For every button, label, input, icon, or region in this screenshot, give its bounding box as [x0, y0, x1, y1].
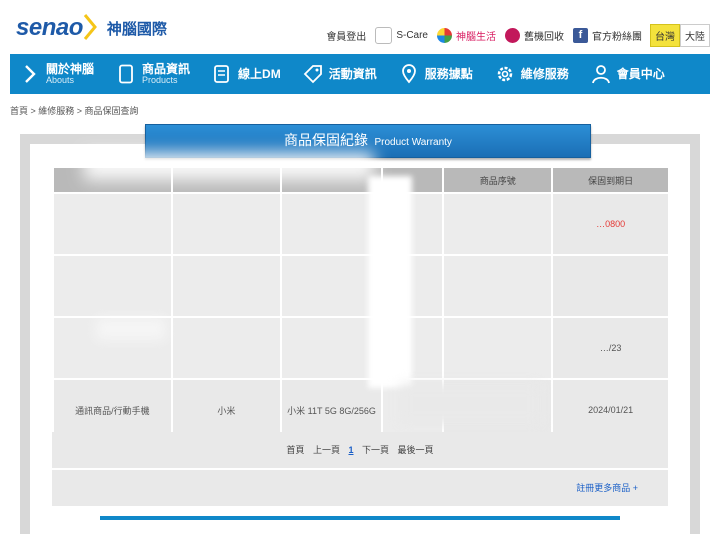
fanpage-link[interactable]: f 官方粉絲團 — [573, 28, 642, 43]
expiry-cell — [551, 254, 668, 317]
header-serial: 商品序號 — [442, 168, 553, 193]
table-cell — [170, 254, 282, 317]
redaction-blur — [84, 152, 374, 180]
gear-icon — [497, 66, 512, 82]
life-link[interactable]: 神腦生活 — [437, 28, 496, 43]
nav-events-label: 活動資訊 — [328, 67, 377, 81]
model-cell: 小米 11T 5G 8G/256G — [280, 378, 382, 440]
nav-dm[interactable]: 線上DM — [212, 54, 281, 94]
nav-dm-label: 線上DM — [238, 67, 281, 81]
pager-first[interactable]: 首頁 — [286, 445, 304, 455]
table-cell — [280, 254, 382, 317]
phone-icon — [119, 64, 133, 84]
header-expiry: 保固到期日 — [551, 168, 668, 193]
facebook-icon: f — [573, 28, 588, 43]
register-more-link[interactable]: 註冊更多商品 + — [576, 483, 638, 493]
region-switcher: 台灣 大陸 — [650, 24, 710, 47]
nav-stores-label: 服務據點 — [424, 67, 473, 81]
pager-prev[interactable]: 上一頁 — [313, 445, 340, 455]
category-cell: 通訊商品/行動手機 — [52, 378, 172, 440]
recycle-label: 舊機回收 — [524, 32, 564, 43]
nav-about[interactable]: 關於神腦 Abouts — [20, 54, 94, 94]
life-label: 神腦生活 — [456, 32, 496, 43]
register-row: 註冊更多商品 + — [52, 470, 668, 506]
recycle-link[interactable]: 舊機回收 — [505, 28, 564, 43]
logo-cn: 神腦國際 — [106, 20, 167, 38]
region-china[interactable]: 大陸 — [680, 24, 710, 47]
table-row: …0800 — [52, 192, 668, 255]
nav-events[interactable]: 活動資訊 — [303, 54, 377, 94]
table-cell — [442, 254, 553, 317]
user-icon — [591, 65, 610, 84]
table-cell — [280, 316, 382, 379]
breadcrumb: 首頁 > 維修服務 > 商品保固查詢 — [10, 106, 139, 116]
brand-cell: 小米 — [170, 378, 282, 440]
life-icon — [437, 28, 452, 43]
expiry-cell: 2024/01/21 — [551, 378, 668, 440]
pager-last[interactable]: 最後一頁 — [398, 445, 434, 455]
nav-member[interactable]: 會員中心 — [591, 54, 665, 94]
top-links: 會員登出 S-Care 神腦生活 舊機回收 f 官方粉絲團 台灣 大陸 — [317, 24, 710, 47]
pager-next[interactable]: 下一頁 — [362, 445, 389, 455]
table-cell — [442, 192, 553, 255]
warranty-table: 商品序號 保固到期日 …0800 …/23 通訊商品/行動手機 小米 小米 11… — [52, 168, 668, 440]
title-en: Product Warranty — [374, 137, 452, 148]
table-cell — [170, 192, 282, 255]
table-row — [52, 254, 668, 317]
table-cell — [52, 254, 172, 317]
title-cn: 商品保固紀錄 — [284, 132, 369, 148]
pagination: 首頁 上一頁 1 下一頁 最後一頁 — [52, 432, 668, 468]
scare-link[interactable]: S-Care — [375, 27, 428, 44]
nav-stores[interactable]: 服務據點 — [399, 54, 473, 94]
fanpage-label: 官方粉絲團 — [592, 32, 642, 43]
bottom-button-edge[interactable] — [100, 516, 620, 520]
nav-repair[interactable]: 維修服務 — [495, 54, 569, 94]
redaction-blur — [368, 176, 412, 388]
table-cell — [52, 192, 172, 255]
table-cell — [170, 316, 282, 379]
logout-link[interactable]: 會員登出 — [326, 28, 366, 43]
table-cell — [280, 192, 382, 255]
pager-current[interactable]: 1 — [348, 445, 353, 455]
senao-logo[interactable]: senao 神腦國際 — [16, 12, 167, 44]
recycle-icon — [505, 28, 520, 43]
map-pin-icon — [401, 64, 416, 84]
chevron-logo-icon — [25, 65, 36, 83]
nav-about-sub: Abouts — [46, 74, 75, 85]
redaction-blur — [400, 384, 540, 424]
logo-word: senao — [16, 14, 83, 41]
region-taiwan[interactable]: 台灣 — [650, 24, 680, 47]
expiry-cell: …/23 — [551, 316, 668, 379]
tag-icon — [303, 65, 322, 84]
redaction-blur — [96, 318, 166, 340]
scare-label: S-Care — [396, 30, 428, 41]
nav-products-sub: Products — [142, 74, 178, 85]
table-cell — [442, 316, 553, 379]
table-row: 通訊商品/行動手機 小米 小米 11T 5G 8G/256G 2024/01/2… — [52, 378, 668, 440]
scare-icon — [375, 27, 393, 44]
main-nav: 關於神腦 Abouts 商品資訊 Products 線上DM 活動資訊 服務據點 維… — [10, 54, 710, 94]
nav-products[interactable]: 商品資訊 Products — [116, 54, 190, 94]
nav-member-label: 會員中心 — [616, 67, 665, 81]
logo-mark-icon — [83, 14, 97, 40]
expiry-cell: …0800 — [551, 192, 668, 255]
top-header: senao 神腦國際 會員登出 S-Care 神腦生活 舊機回收 f 官方粉絲團 … — [0, 0, 720, 54]
nav-repair-label: 維修服務 — [520, 67, 569, 81]
document-icon — [214, 65, 229, 83]
